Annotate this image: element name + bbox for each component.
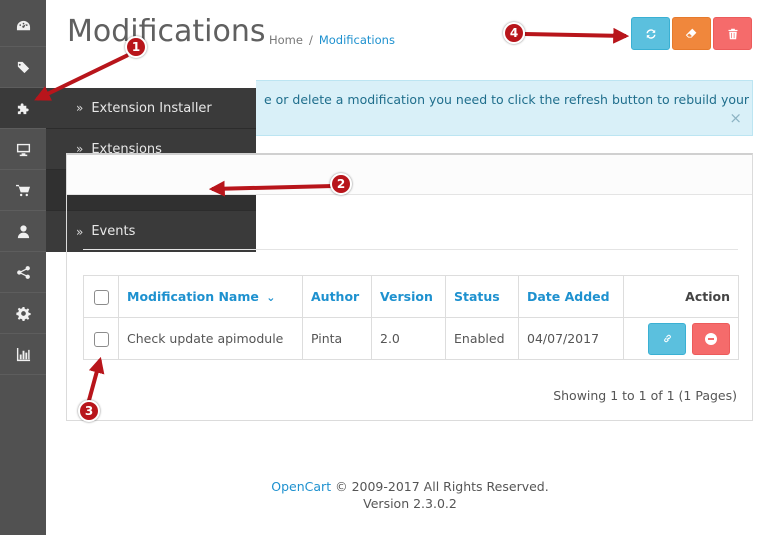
row-checkbox[interactable] <box>93 331 109 347</box>
sidebar-item-dashboard[interactable] <box>0 6 46 47</box>
breadcrumb-current-link[interactable]: Modifications <box>319 33 395 47</box>
row-select-cell <box>83 317 119 360</box>
modifications-table: Modification Name ⌄ Author Version Statu… <box>83 275 739 360</box>
cell-modification-name: Check update apimodule <box>118 317 303 360</box>
tab-divider <box>83 249 738 250</box>
cell-version: 2.0 <box>371 317 446 360</box>
page-title: Modifications <box>67 14 266 49</box>
bar-chart-icon <box>16 347 30 361</box>
column-modification-name[interactable]: Modification Name ⌄ <box>118 275 303 318</box>
share-icon <box>16 265 30 279</box>
settings-icon <box>15 306 31 321</box>
alert-text: e or delete a modification you need to c… <box>264 92 750 107</box>
close-icon[interactable]: × <box>729 109 742 127</box>
info-alert: e or delete a modification you need to c… <box>256 80 753 136</box>
cell-date-added: 04/07/2017 <box>518 317 624 360</box>
column-action: Action <box>623 275 739 318</box>
shopping-cart-icon <box>15 184 30 196</box>
breadcrumb-home-link[interactable]: Home <box>269 33 303 47</box>
column-label: Modification Name <box>127 289 259 304</box>
annotation-badge-1: 1 <box>125 36 147 58</box>
sidebar-item-system[interactable] <box>0 293 46 334</box>
tags-icon <box>16 61 29 73</box>
menu-item-label: Extension Installer <box>91 100 212 116</box>
sidebar-item-reports[interactable] <box>0 334 46 375</box>
refresh-button[interactable] <box>631 17 670 50</box>
sidebar <box>0 0 46 535</box>
dashboard-icon <box>16 20 30 30</box>
breadcrumb-separator: / <box>308 33 313 47</box>
refresh-icon <box>646 28 655 39</box>
cell-actions <box>623 317 739 360</box>
trash-icon <box>728 28 737 39</box>
annotation-badge-4: 4 <box>503 22 525 44</box>
breadcrumb: Home / Modifications <box>269 33 395 47</box>
column-author[interactable]: Author <box>302 275 372 318</box>
footer-version: Version 2.3.0.2 <box>363 496 457 511</box>
cell-status: Enabled <box>445 317 519 360</box>
eraser-icon <box>685 28 697 38</box>
puzzle-icon <box>17 102 29 114</box>
footer-copyright-line: OpenCart © 2009-2017 All Rights Reserved… <box>0 478 767 495</box>
link-button[interactable] <box>648 322 687 355</box>
sidebar-item-catalog[interactable] <box>0 47 46 88</box>
modifications-panel: Modification Name ⌄ Author Version Statu… <box>66 153 753 421</box>
column-status[interactable]: Status <box>445 275 519 318</box>
footer-copyright: © 2009-2017 All Rights Reserved. <box>335 479 549 494</box>
menu-item-extension-installer[interactable]: » Extension Installer <box>46 88 256 129</box>
annotation-arrow-4 <box>524 27 630 44</box>
sidebar-item-customers[interactable] <box>0 211 46 252</box>
annotation-badge-2: 2 <box>330 173 352 195</box>
annotation-badge-3: 3 <box>78 400 100 422</box>
double-chevron-right-icon: » <box>76 101 84 115</box>
sidebar-item-design[interactable] <box>0 129 46 170</box>
column-date-added[interactable]: Date Added <box>518 275 624 318</box>
opencart-link[interactable]: OpenCart <box>271 479 331 494</box>
minus-circle-icon <box>705 332 717 345</box>
sidebar-item-marketing[interactable] <box>0 252 46 293</box>
disable-button[interactable] <box>692 322 730 355</box>
desktop-icon <box>16 143 30 156</box>
column-version[interactable]: Version <box>371 275 446 318</box>
cell-author: Pinta <box>302 317 372 360</box>
link-icon <box>663 334 671 343</box>
pagination-results-text: Showing 1 to 1 of 1 (1 Pages) <box>553 388 737 403</box>
panel-heading <box>67 155 752 195</box>
table-header-row: Modification Name ⌄ Author Version Statu… <box>83 275 739 318</box>
sort-chevron-down-icon: ⌄ <box>266 291 276 304</box>
select-all-checkbox[interactable] <box>93 289 109 305</box>
sidebar-item-extensions[interactable] <box>0 88 46 129</box>
user-icon <box>17 224 29 238</box>
table-row: Check update apimodule Pinta 2.0 Enabled… <box>83 317 739 360</box>
select-all-cell <box>83 275 119 318</box>
clear-log-button[interactable] <box>672 17 711 50</box>
delete-button[interactable] <box>713 17 752 50</box>
sidebar-item-sales[interactable] <box>0 170 46 211</box>
footer: OpenCart © 2009-2017 All Rights Reserved… <box>0 478 767 512</box>
